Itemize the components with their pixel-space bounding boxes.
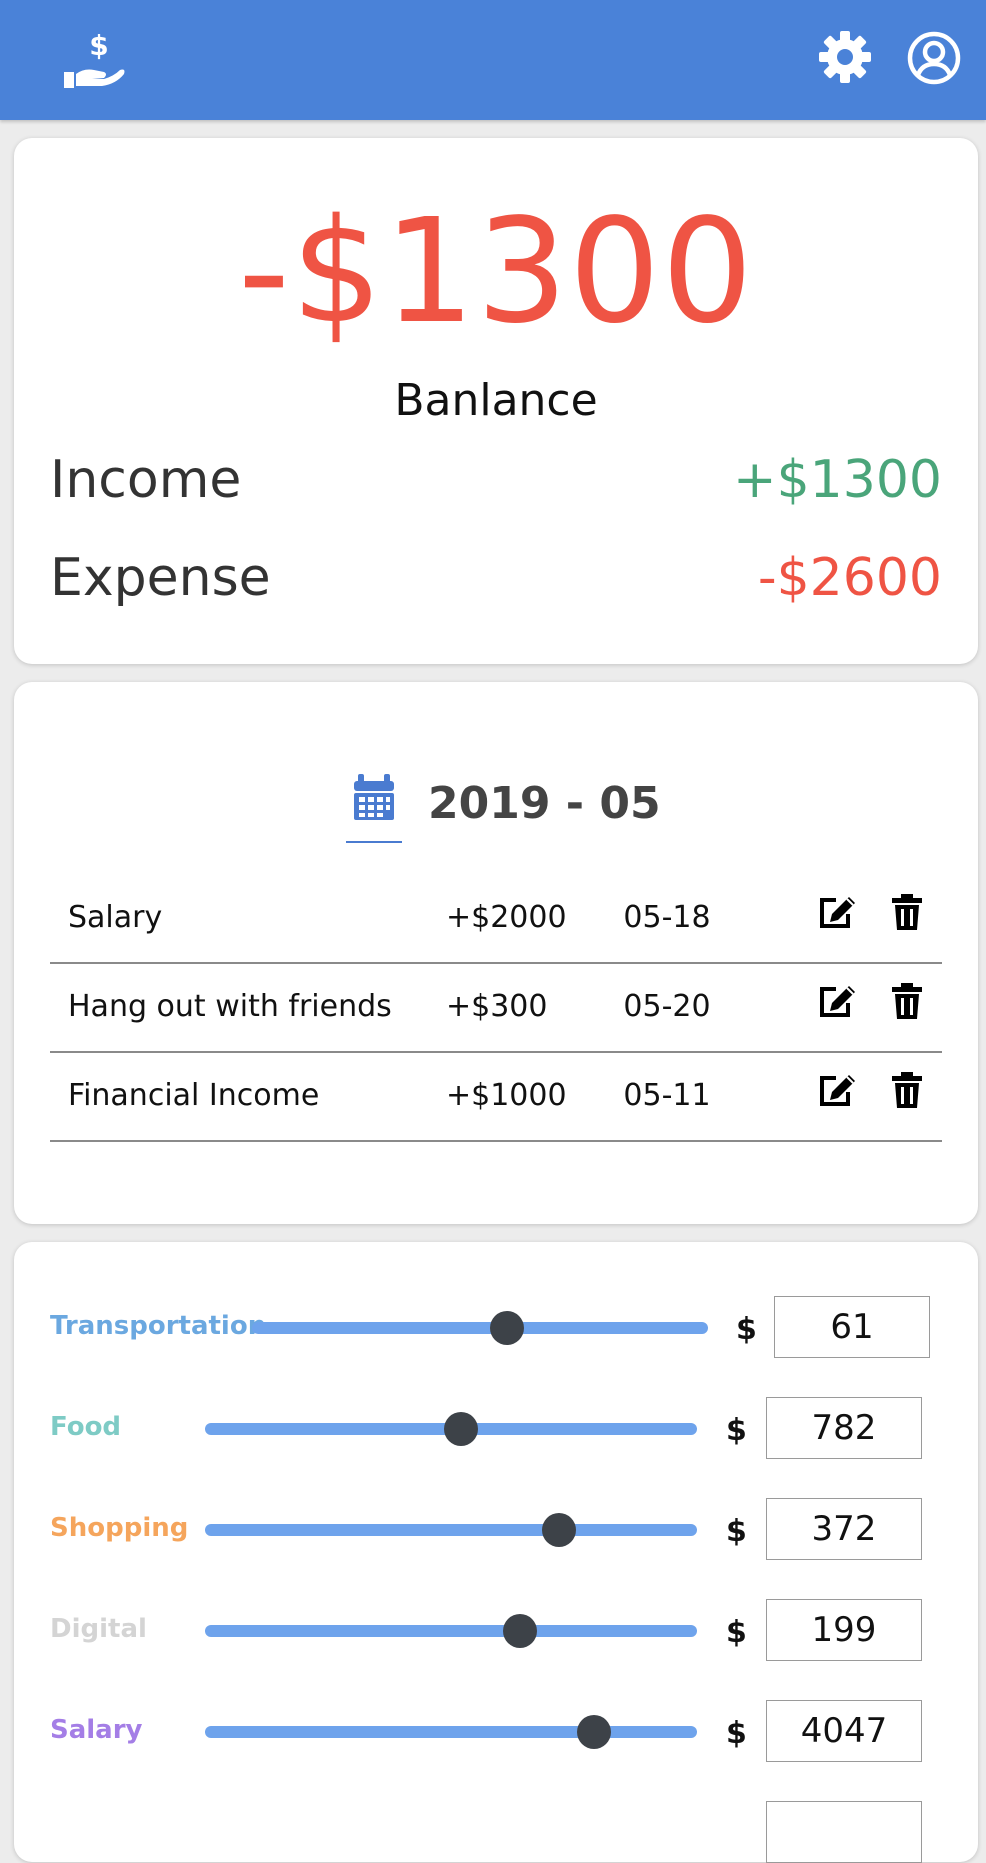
transaction-amount: +$300 [446, 989, 548, 1024]
currency-symbol: $ [726, 1615, 747, 1650]
edit-icon[interactable] [818, 1070, 858, 1110]
trash-icon[interactable] [890, 892, 924, 932]
edit-icon[interactable] [818, 892, 858, 932]
transactions-card: 2019 - 05 Salary +$2000 05-18 Hang out with… [14, 682, 978, 1224]
transaction-amount: +$1000 [446, 1078, 567, 1113]
category-label: Food [50, 1412, 122, 1442]
category-amount-input[interactable] [766, 1498, 922, 1560]
month-selector: 2019 - 05 [14, 772, 978, 844]
category-row: Transportation $ [14, 1296, 978, 1360]
transaction-name: Financial Income [68, 1078, 320, 1113]
edit-icon[interactable] [818, 981, 858, 1021]
category-slider-track[interactable] [205, 1524, 697, 1536]
category-slider-thumb[interactable] [444, 1412, 478, 1446]
user-circle-icon[interactable] [906, 30, 962, 86]
category-row: Salary $ [14, 1700, 978, 1764]
currency-symbol: $ [726, 1514, 747, 1549]
transaction-row: Financial Income +$1000 05-11 [50, 1054, 942, 1142]
category-slider-thumb[interactable] [542, 1513, 576, 1547]
category-slider-track[interactable] [252, 1322, 708, 1334]
category-slider-thumb[interactable] [490, 1311, 524, 1345]
category-label: Salary [50, 1715, 143, 1745]
category-slider-track[interactable] [205, 1625, 697, 1637]
category-amount-input[interactable] [766, 1700, 922, 1762]
hand-holding-dollar-icon[interactable]: $ [62, 28, 128, 90]
category-label: Digital [50, 1614, 147, 1644]
category-slider-thumb[interactable] [577, 1715, 611, 1749]
category-row: Food $ [14, 1397, 978, 1461]
svg-text:$: $ [89, 29, 108, 62]
transaction-date: 05-18 [623, 900, 711, 935]
app-header: $ [0, 0, 986, 120]
currency-symbol: $ [736, 1312, 757, 1347]
transaction-row: Salary +$2000 05-18 [50, 876, 942, 964]
transaction-date: 05-11 [623, 1078, 711, 1113]
category-row: Shopping $ [14, 1498, 978, 1562]
category-amount-input[interactable] [766, 1397, 922, 1459]
transaction-row: Hang out with friends +$300 05-20 [50, 965, 942, 1053]
expense-value: -$2600 [757, 548, 942, 608]
current-month: 2019 - 05 [428, 778, 661, 829]
trash-icon[interactable] [890, 1070, 924, 1110]
calendar-underline [346, 841, 402, 843]
category-row: Digital $ [14, 1599, 978, 1663]
balance-label: Banlance [394, 375, 598, 426]
categories-card: Transportation$Food$Shopping$Digital$Sal… [14, 1242, 978, 1863]
expense-label: Expense [50, 548, 271, 608]
income-value: +$1300 [733, 450, 942, 510]
summary-card: -$1300 Banlance Income +$1300 Expense -$… [14, 138, 978, 664]
currency-symbol: $ [726, 1716, 747, 1751]
transaction-date: 05-20 [623, 989, 711, 1024]
balance-amount: -$1300 [237, 187, 755, 355]
category-amount-input[interactable] [774, 1296, 930, 1358]
category-slider-track[interactable] [205, 1726, 697, 1738]
calendar-icon[interactable] [346, 772, 402, 836]
income-label: Income [50, 450, 242, 510]
category-label: Shopping [50, 1513, 189, 1543]
category-slider-thumb[interactable] [503, 1614, 537, 1648]
transaction-name: Salary [68, 900, 163, 935]
category-label: Transportation [50, 1311, 267, 1341]
category-amount-input[interactable] [766, 1599, 922, 1661]
transaction-name: Hang out with friends [68, 989, 392, 1024]
category-amount-input[interactable] [766, 1801, 922, 1863]
trash-icon[interactable] [890, 981, 924, 1021]
gear-icon[interactable] [818, 30, 872, 84]
transaction-amount: +$2000 [446, 900, 567, 935]
currency-symbol: $ [726, 1413, 747, 1448]
